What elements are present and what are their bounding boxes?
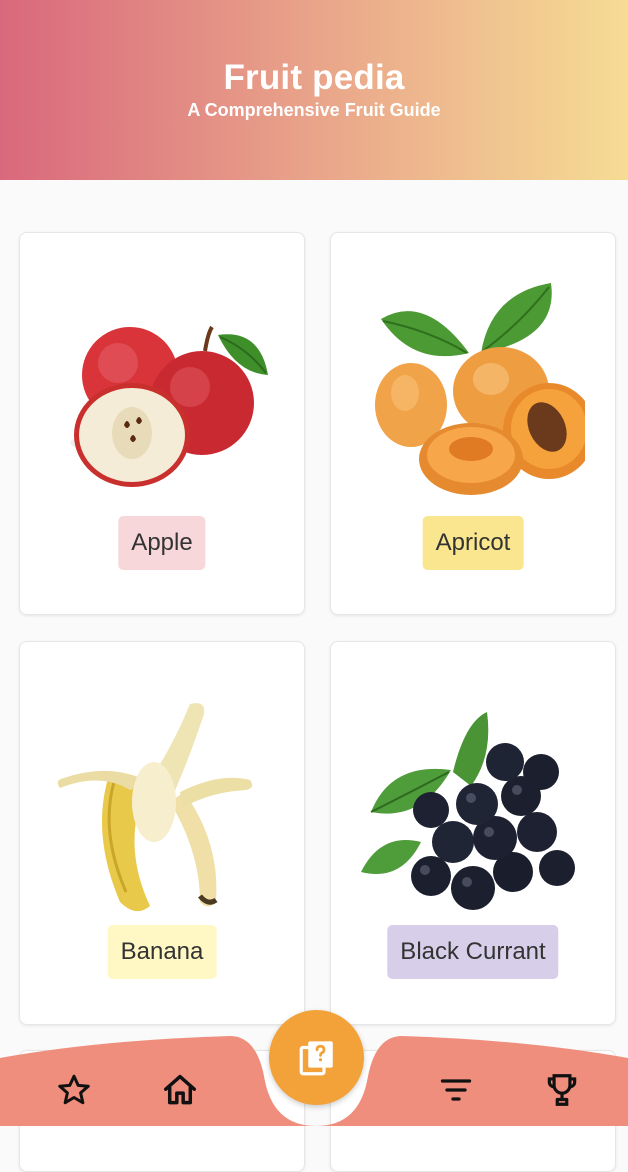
home-button[interactable] [160, 1070, 200, 1110]
apricot-image [375, 283, 585, 495]
fruit-name-tag: Apricot [422, 516, 524, 570]
favorites-button[interactable] [54, 1070, 94, 1110]
apple-image [70, 325, 268, 487]
app-subtitle: A Comprehensive Fruit Guide [187, 100, 441, 120]
fruit-card-black-currant[interactable]: Black Currant [330, 641, 616, 1025]
fruit-name-tag: Apple [118, 516, 206, 570]
fruit-card-banana[interactable]: Banana [19, 641, 305, 1025]
trophy-icon [547, 1074, 577, 1106]
app-header: Fruit pedia A Comprehensive Fruit Guide [0, 0, 628, 180]
app-title: Fruit pedia [223, 58, 405, 97]
star-icon [58, 1074, 90, 1105]
leaderboard-button[interactable] [542, 1070, 582, 1110]
quiz-button[interactable] [269, 1010, 364, 1105]
fruit-name-tag: Banana [107, 925, 217, 979]
banana-image [57, 703, 253, 912]
home-icon [164, 1074, 196, 1105]
fruit-card-apple[interactable]: Apple [19, 232, 305, 615]
fruit-name-tag: Black Currant [387, 925, 559, 979]
filter-icon [440, 1079, 472, 1101]
filter-button[interactable] [436, 1070, 476, 1110]
quiz-icon [299, 1040, 333, 1075]
black-currant-image [361, 712, 575, 910]
fruit-card-apricot[interactable]: Apricot [330, 232, 616, 615]
